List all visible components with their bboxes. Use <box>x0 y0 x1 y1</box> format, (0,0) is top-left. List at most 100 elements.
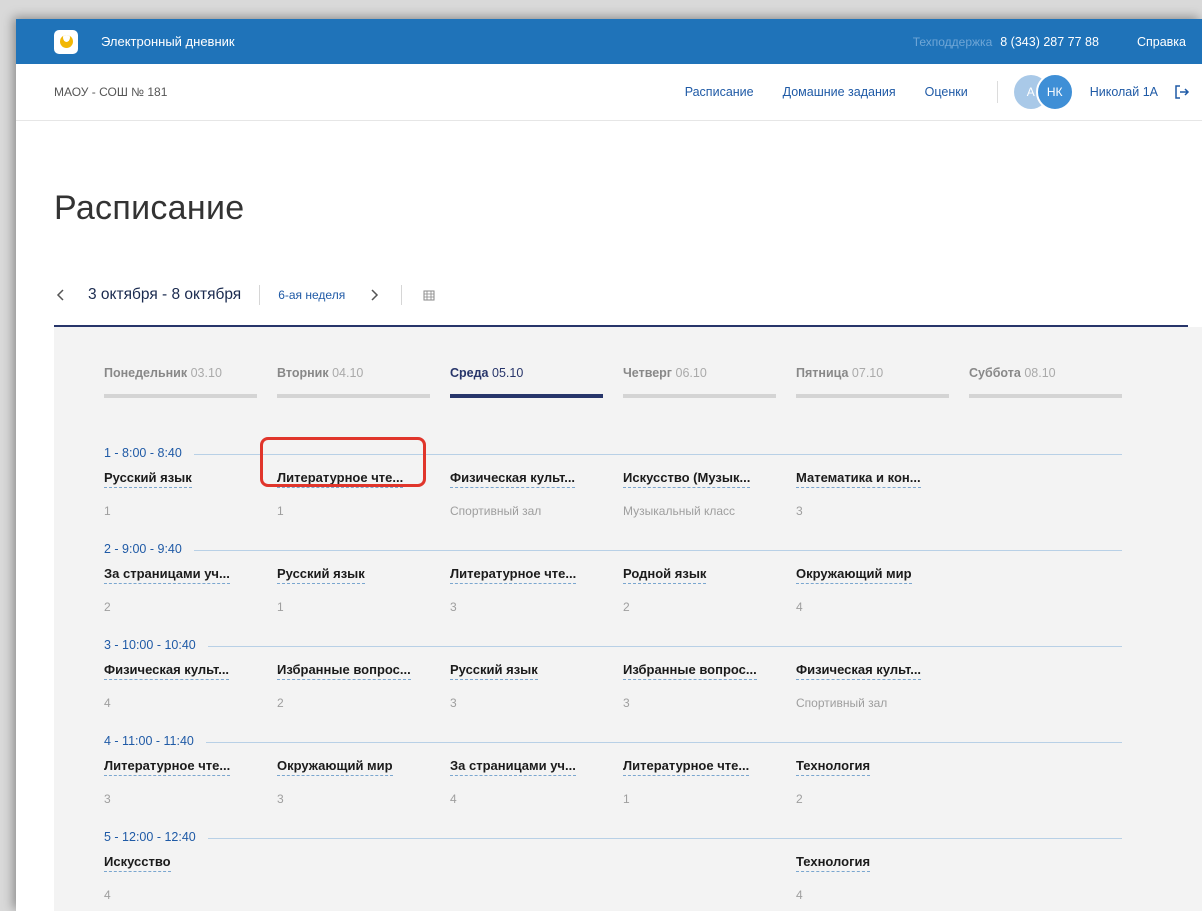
page-title: Расписание <box>54 189 245 227</box>
divider <box>259 285 261 305</box>
room-label: 2 <box>796 792 803 806</box>
subject-link[interactable]: Избранные вопрос... <box>277 662 411 680</box>
tab-saturday[interactable]: Суббота 08.10 <box>969 366 1122 398</box>
subject-link[interactable]: За страницами уч... <box>450 758 576 776</box>
lesson-cell: За страницами уч... 2 <box>104 565 277 614</box>
subject-link[interactable]: Окружающий мир <box>796 566 912 584</box>
subject-link[interactable]: Искусство (Музык... <box>623 470 751 488</box>
sub-header: МАОУ - СОШ № 181 Расписание Домашние зад… <box>16 64 1202 121</box>
logout-icon[interactable] <box>1174 84 1190 100</box>
user-name[interactable]: Николай 1А <box>1090 85 1158 99</box>
subject-link[interactable]: Физическая культ... <box>796 662 922 680</box>
room-label: 3 <box>450 600 457 614</box>
lesson-cell: Избранные вопрос... 3 <box>623 661 796 710</box>
lesson-period-4: 4 - 11:00 - 11:40 Литературное чте... 3 О… <box>104 734 1122 806</box>
lesson-divider <box>104 454 1122 455</box>
lesson-period-2: 2 - 9:00 - 9:40 За страницами уч... 2 Рус… <box>104 542 1122 614</box>
nav-grades[interactable]: Оценки <box>925 85 968 99</box>
lesson-cell: Физическая культ... Спортивный зал <box>796 661 969 710</box>
lesson-cell: Технология 2 <box>796 757 969 806</box>
tab-wednesday[interactable]: Среда 05.10 <box>450 366 603 398</box>
lesson-period-3: 3 - 10:00 - 10:40 Физическая культ... 4 И… <box>104 638 1122 710</box>
room-label: 1 <box>277 504 284 518</box>
chevron-right-icon[interactable] <box>367 288 381 302</box>
lesson-row: Искусство 4 Технология 4 <box>104 853 1122 902</box>
day-name: Среда <box>450 366 489 380</box>
room-label: 4 <box>796 600 803 614</box>
subject-link[interactable]: За страницами уч... <box>104 566 230 584</box>
room-label: 2 <box>623 600 630 614</box>
lesson-cell: Родной язык 2 <box>623 565 796 614</box>
subject-link[interactable]: Физическая культ... <box>104 662 230 680</box>
app-title[interactable]: Электронный дневник <box>101 34 235 49</box>
lesson-row: Литературное чте... 3 Окружающий мир 3 За … <box>104 757 1122 806</box>
lesson-divider <box>104 838 1122 839</box>
room-label: 4 <box>450 792 457 806</box>
lesson-cell: Литературное чте... 1 <box>623 757 796 806</box>
week-navigator: 3 октября - 8 октября 6-ая неделя <box>54 284 436 306</box>
nav-schedule[interactable]: Расписание <box>685 85 754 99</box>
avatar[interactable]: НК <box>1035 73 1074 111</box>
tab-monday[interactable]: Понедельник 03.10 <box>104 366 257 398</box>
lesson-cell-empty <box>623 853 796 902</box>
day-date: 07.10 <box>851 366 884 380</box>
lesson-cell: Литературное чте... 1 <box>277 469 450 518</box>
room-label: 4 <box>796 888 803 902</box>
lesson-cell: Литературное чте... 3 <box>450 565 623 614</box>
subject-link[interactable]: Технология <box>796 758 871 776</box>
lesson-time: 4 - 11:00 - 11:40 <box>104 734 206 748</box>
week-label: 6-ая неделя <box>278 288 346 302</box>
room-label: 3 <box>796 504 803 518</box>
subject-link[interactable]: Литературное чте... <box>623 758 750 776</box>
lesson-cell-empty <box>450 853 623 902</box>
lesson-header: 3 - 10:00 - 10:40 <box>104 638 1122 654</box>
subject-link[interactable]: Технология <box>796 854 871 872</box>
room-label: 4 <box>104 888 111 902</box>
lesson-header: 4 - 11:00 - 11:40 <box>104 734 1122 750</box>
subject-link[interactable]: Физическая культ... <box>450 470 576 488</box>
lesson-time: 1 - 8:00 - 8:40 <box>104 446 194 460</box>
subject-link[interactable]: Русский язык <box>277 566 365 584</box>
lesson-cell: Литературное чте... 3 <box>104 757 277 806</box>
tab-friday[interactable]: Пятница 07.10 <box>796 366 949 398</box>
subject-link[interactable]: Русский язык <box>104 470 192 488</box>
nav-homework[interactable]: Домашние задания <box>783 85 896 99</box>
day-name: Понедельник <box>104 366 188 380</box>
lesson-cell: Русский язык 1 <box>104 469 277 518</box>
subject-link[interactable]: Литературное чте... <box>104 758 231 776</box>
lesson-cell: Физическая культ... Спортивный зал <box>450 469 623 518</box>
lesson-cell: Физическая культ... 4 <box>104 661 277 710</box>
tab-thursday[interactable]: Четверг 06.10 <box>623 366 776 398</box>
top-bar: Электронный дневник Техподдержка 8 (343)… <box>16 19 1202 64</box>
calendar-icon[interactable] <box>422 288 436 302</box>
room-label: Спортивный зал <box>450 504 542 518</box>
lesson-period-1: 1 - 8:00 - 8:40 Русский язык 1 Литературн… <box>104 446 1122 518</box>
lesson-cell: Окружающий мир 3 <box>277 757 450 806</box>
app-logo-icon[interactable] <box>54 29 78 54</box>
subject-link[interactable]: Математика и кон... <box>796 470 921 488</box>
chevron-left-icon[interactable] <box>54 288 68 302</box>
subject-link[interactable]: Литературное чте... <box>277 470 404 488</box>
subject-link[interactable]: Литературное чте... <box>450 566 577 584</box>
subject-link[interactable]: Родной язык <box>623 566 707 584</box>
subject-link[interactable]: Русский язык <box>450 662 538 680</box>
room-label: 3 <box>104 792 111 806</box>
lesson-header: 1 - 8:00 - 8:40 <box>104 446 1122 462</box>
room-label: 1 <box>104 504 111 518</box>
support-phone[interactable]: 8 (343) 287 77 88 <box>1000 35 1099 49</box>
lesson-time: 3 - 10:00 - 10:40 <box>104 638 208 652</box>
lesson-header: 5 - 12:00 - 12:40 <box>104 830 1122 846</box>
help-link[interactable]: Справка <box>1137 35 1186 49</box>
lesson-cell: Избранные вопрос... 2 <box>277 661 450 710</box>
nav-divider <box>996 81 998 103</box>
day-date: 05.10 <box>492 366 524 380</box>
subject-link[interactable]: Избранные вопрос... <box>623 662 757 680</box>
subject-link[interactable]: Окружающий мир <box>277 758 393 776</box>
subject-link[interactable]: Искусство <box>104 854 171 872</box>
lesson-cell: Искусство (Музык... Музыкальный класс <box>623 469 796 518</box>
room-label: Спортивный зал <box>796 696 888 710</box>
tab-tuesday[interactable]: Вторник 04.10 <box>277 366 430 398</box>
avatar-group[interactable]: А НК <box>1013 73 1074 111</box>
lesson-time: 5 - 12:00 - 12:40 <box>104 830 208 844</box>
lesson-divider <box>104 550 1122 551</box>
